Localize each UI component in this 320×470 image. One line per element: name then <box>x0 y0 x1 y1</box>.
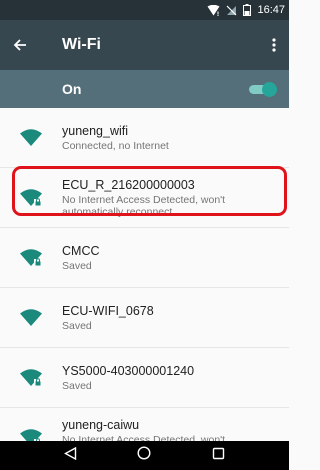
network-ssid: YS5000-403000001240 <box>62 363 195 378</box>
wifi-locked-icon <box>20 369 42 386</box>
back-triangle-icon <box>64 446 77 460</box>
network-status: Saved <box>62 259 92 272</box>
network-status: Saved <box>62 379 92 392</box>
network-status: Saved <box>62 319 92 332</box>
home-circle-icon <box>137 446 151 460</box>
network-item[interactable]: YS5000-403000001240 Saved <box>0 348 289 408</box>
status-bar: 16:47 <box>0 0 289 20</box>
wifi-icon <box>20 129 42 146</box>
wifi-icon <box>20 309 42 326</box>
no-signal-icon <box>226 5 237 16</box>
nav-home-button[interactable] <box>137 446 151 465</box>
network-item[interactable]: ECU-WIFI_0678 Saved <box>0 288 289 348</box>
back-arrow-icon <box>13 39 26 51</box>
back-button[interactable] <box>0 20 40 70</box>
battery-icon <box>243 4 252 16</box>
nav-recents-button[interactable] <box>212 447 225 465</box>
more-vert-icon <box>272 38 276 52</box>
switch-thumb <box>262 82 277 97</box>
wifi-toggle-row[interactable]: On <box>0 70 289 108</box>
network-list: yuneng_wifi Connected, no Internet ECU_R_… <box>0 108 289 468</box>
highlight-box <box>12 166 287 216</box>
overflow-menu-button[interactable] <box>259 20 289 70</box>
page-title: Wi-Fi <box>62 36 101 53</box>
recents-square-icon <box>212 447 225 459</box>
navigation-bar <box>0 441 289 470</box>
wifi-switch[interactable] <box>249 82 277 97</box>
network-item[interactable]: yuneng_wifi Connected, no Internet <box>0 108 289 168</box>
network-ssid: ECU-WIFI_0678 <box>62 303 154 318</box>
nav-back-button[interactable] <box>64 446 77 465</box>
network-ssid: CMCC <box>62 243 100 258</box>
clock: 16:47 <box>257 4 285 16</box>
network-status: Connected, no Internet <box>62 139 169 152</box>
app-bar: Wi-Fi <box>0 20 289 70</box>
network-ssid: yuneng-caiwu <box>62 417 140 432</box>
network-item[interactable]: CMCC Saved <box>0 228 289 288</box>
network-ssid: yuneng_wifi <box>62 123 129 138</box>
wifi-locked-icon <box>20 249 42 266</box>
toggle-label: On <box>62 81 82 97</box>
wifi-status-icon <box>207 4 220 16</box>
